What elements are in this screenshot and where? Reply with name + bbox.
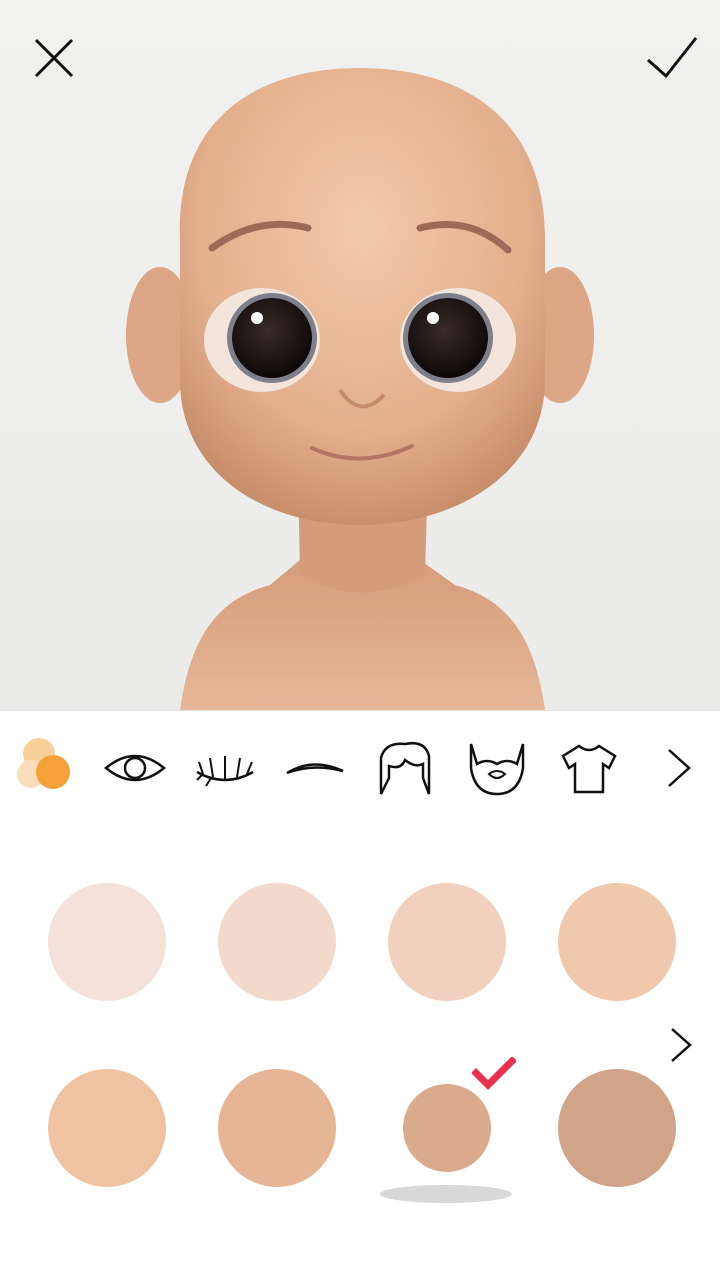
checkmark-icon	[647, 37, 698, 79]
tab-beard[interactable]	[462, 735, 532, 801]
skin-tone-palette	[0, 825, 720, 1280]
tab-eyes[interactable]	[100, 735, 170, 801]
category-toolbar	[0, 710, 720, 826]
skin-tone-swatch[interactable]	[558, 1069, 676, 1187]
beard-icon	[469, 743, 525, 796]
close-button[interactable]	[26, 30, 82, 86]
skin-tone-swatch[interactable]	[218, 1069, 336, 1187]
selection-shadow	[380, 1185, 512, 1203]
avatar-illustration	[126, 68, 594, 710]
avatar-preview	[0, 0, 720, 710]
skin-tone-swatch-selected[interactable]	[403, 1084, 491, 1172]
eye-icon	[104, 754, 166, 782]
skin-tone-swatch[interactable]	[48, 883, 166, 1001]
next-category-button[interactable]	[644, 735, 714, 801]
selected-check-icon	[472, 1057, 516, 1090]
hair-icon	[379, 742, 431, 795]
eyelashes-icon	[196, 756, 254, 787]
chevron-right-icon	[671, 1028, 692, 1062]
skin-color-icon	[17, 738, 70, 789]
tab-eyebrows[interactable]	[280, 735, 350, 801]
shirt-icon	[561, 744, 617, 794]
close-icon	[34, 38, 74, 78]
skin-tone-swatch[interactable]	[48, 1069, 166, 1187]
chevron-right-icon	[668, 749, 691, 787]
skin-tone-swatch[interactable]	[388, 883, 506, 1001]
skin-tone-swatch[interactable]	[558, 883, 676, 1001]
more-tones-button[interactable]	[660, 1025, 700, 1065]
tab-skin-color[interactable]	[10, 735, 80, 801]
done-button[interactable]	[644, 30, 700, 86]
eyebrow-icon	[286, 763, 344, 775]
skin-tone-swatch[interactable]	[218, 883, 336, 1001]
tab-clothes[interactable]	[554, 735, 624, 801]
tab-eyelashes[interactable]	[190, 735, 260, 801]
tab-hair[interactable]	[370, 735, 440, 801]
